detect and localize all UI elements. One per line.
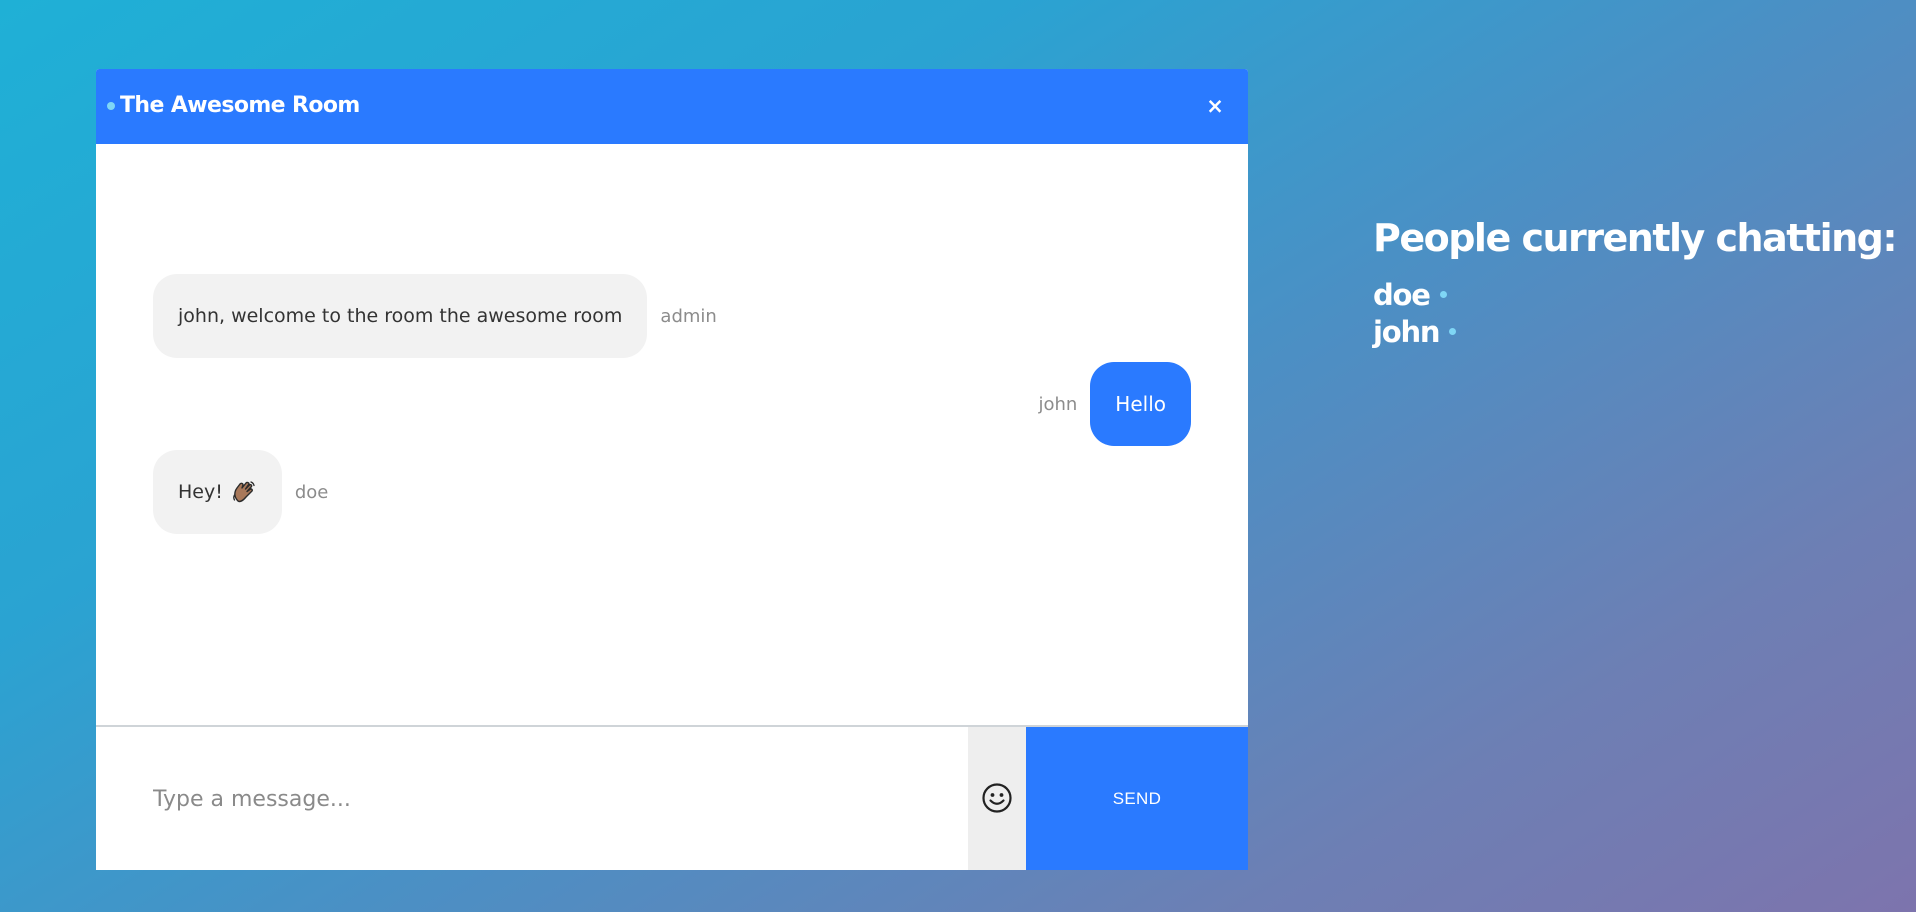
message-bubble: john, welcome to the room the awesome ro… — [153, 274, 648, 358]
message-sender: admin — [660, 305, 717, 327]
emoji-picker-button[interactable] — [968, 727, 1026, 870]
participant-name: doe — [1373, 277, 1431, 312]
message-item: Hey! doe — [153, 450, 328, 534]
message-input[interactable] — [96, 727, 968, 870]
message-sender: john — [1038, 393, 1078, 415]
participant-name: john — [1373, 314, 1441, 349]
online-status-dot — [1439, 291, 1447, 298]
online-status-dot — [1449, 328, 1457, 335]
close-button[interactable]: × — [1202, 93, 1228, 119]
message-composer: SEND — [96, 725, 1248, 870]
message-sender: doe — [294, 481, 329, 503]
message-bubble: Hello — [1090, 362, 1191, 446]
message-item: john, welcome to the room the awesome ro… — [153, 274, 717, 358]
participant-item: john — [1373, 313, 1896, 350]
message-text: Hey! — [178, 481, 223, 503]
waving-hand-icon — [231, 479, 257, 505]
smiley-icon — [981, 782, 1013, 817]
send-button[interactable]: SEND — [1026, 727, 1248, 870]
message-list: john, welcome to the room the awesome ro… — [96, 144, 1248, 794]
message-bubble: Hey! — [153, 450, 282, 534]
message-item: john Hello — [1038, 362, 1191, 446]
chat-window: The Awesome Room × john, welcome to the … — [96, 69, 1248, 870]
participants-heading: People currently chatting: — [1373, 216, 1898, 260]
online-status-dot — [107, 102, 115, 110]
chat-header: The Awesome Room × — [96, 69, 1248, 144]
participants-list: doe john — [1373, 276, 1896, 350]
room-title: The Awesome Room — [120, 93, 360, 118]
participant-item: doe — [1373, 276, 1896, 313]
participants-panel: People currently chatting: doe john — [1373, 210, 1898, 350]
